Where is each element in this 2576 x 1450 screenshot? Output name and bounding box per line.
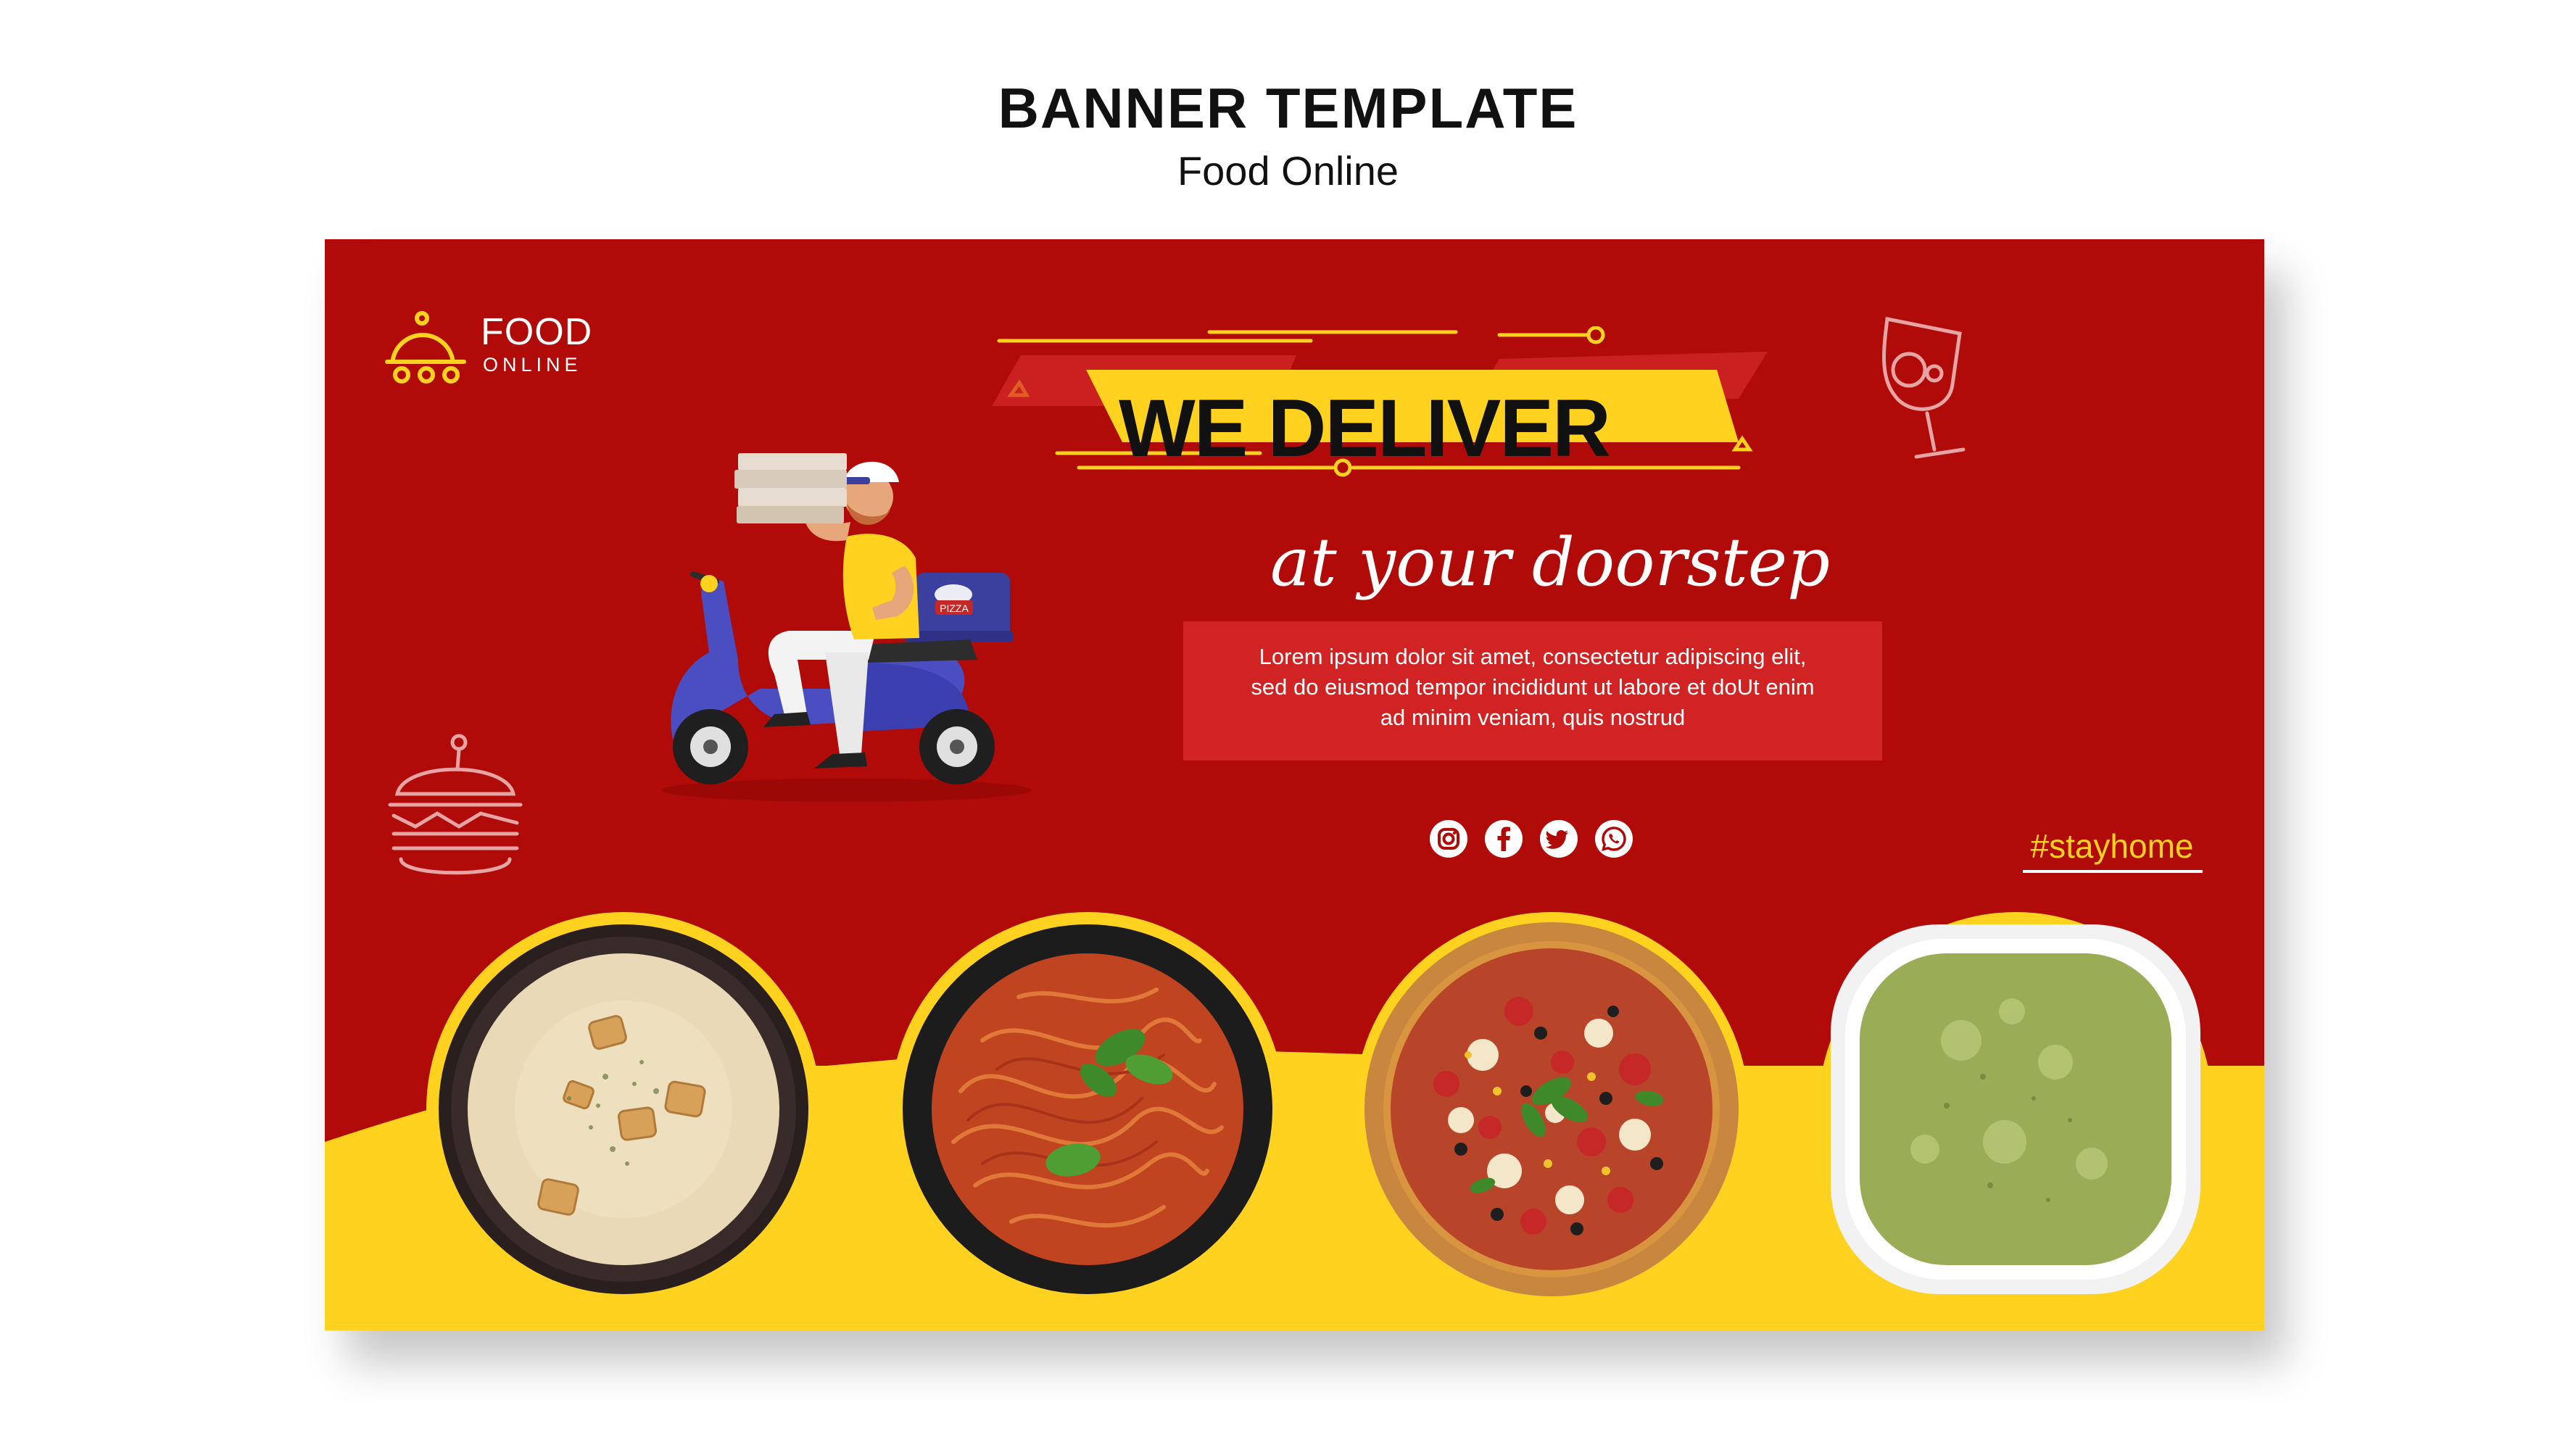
description-line-3: ad minim veniam, quis nostrud (1380, 705, 1686, 730)
instagram-icon[interactable] (1429, 819, 1468, 858)
description-line-1: Lorem ipsum dolor sit amet, consectetur … (1259, 644, 1807, 669)
page-header: BANNER TEMPLATE Food Online (0, 80, 2576, 191)
description-text: Lorem ipsum dolor sit amet, consectetur … (1183, 642, 1882, 733)
wine-glass-outline-icon (1882, 317, 1966, 459)
hashtag[interactable]: #stayhome (2021, 829, 2203, 863)
dish-pizza (1354, 912, 1749, 1306)
description-line-2: sed do eiusmod tempor incididunt ut labo… (1251, 674, 1815, 700)
svg-text:PIZZA: PIZZA (940, 602, 969, 614)
page-subtitle: Food Online (1177, 148, 1399, 194)
whatsapp-icon[interactable] (1594, 819, 1633, 858)
dish-green-soup (1818, 912, 2213, 1306)
logo-text-food: FOOD (481, 311, 593, 353)
logo-text-online: ONLINE (483, 354, 582, 376)
description-box: Lorem ipsum dolor sit amet, consectetur … (1183, 621, 1882, 761)
burger-outline-icon (388, 734, 523, 875)
twitter-icon[interactable] (1539, 819, 1578, 858)
headline: WE DELIVER (1119, 383, 1611, 473)
dish-cream-soup (426, 912, 821, 1306)
hashtag-underline (2023, 870, 2203, 873)
tagline: at your doorstep (1270, 523, 1831, 601)
banner: FOOD ONLINE WE DELIVER at your doorstep … (325, 239, 2264, 1330)
dish-spaghetti (890, 912, 1285, 1306)
delivery-scooter-illustration: PIZZA (662, 453, 1032, 802)
facebook-icon[interactable] (1484, 819, 1523, 858)
page-title: BANNER TEMPLATE (998, 76, 1578, 140)
